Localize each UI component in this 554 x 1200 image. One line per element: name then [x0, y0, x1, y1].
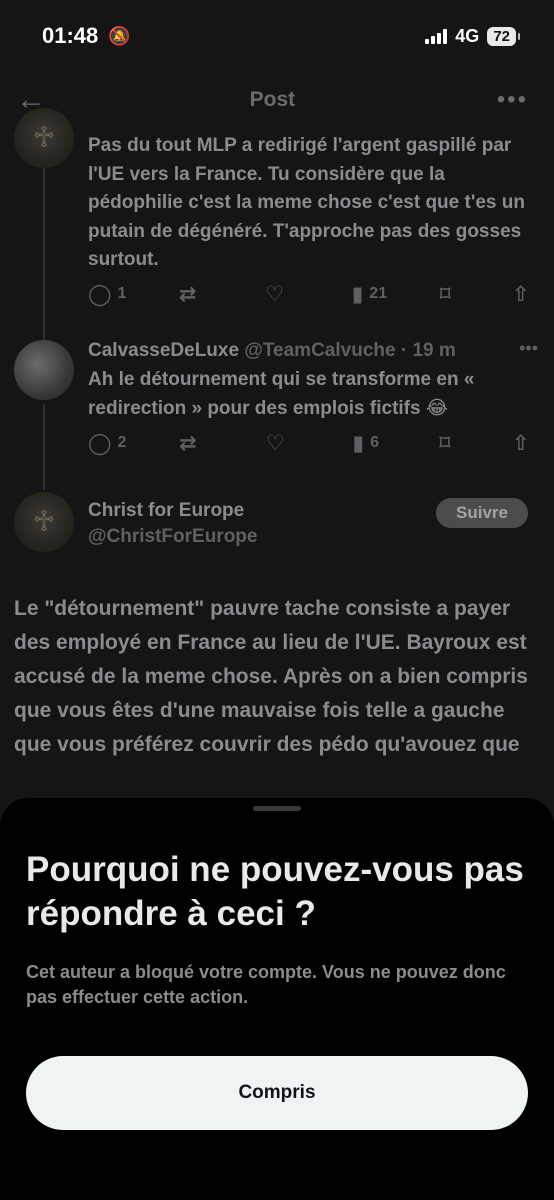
author-line: CalvasseDeLuxe @TeamCalvuche · 19 m [88, 340, 456, 362]
share-button[interactable]: ⇧ [512, 282, 532, 307]
status-time: 01:48 [42, 23, 99, 48]
battery-icon: 72 [487, 26, 520, 46]
bookmark-button[interactable]: ⌑ [439, 431, 459, 456]
author-name[interactable]: Christ for Europe [88, 500, 244, 522]
page-title: Post [249, 88, 296, 111]
views-icon: ▮ [351, 282, 364, 306]
view-count: 6 [370, 434, 379, 451]
sheet-message: Cet auteur a bloqué votre compte. Vous n… [26, 962, 506, 1007]
retweet-button[interactable]: ⇄ [179, 431, 213, 456]
blocked-bottom-sheet: Pourquoi ne pouvez-vous pas répondre à c… [0, 798, 554, 1200]
reply-button[interactable]: ◯ 1 [88, 282, 126, 307]
understood-button[interactable]: Compris [26, 1056, 528, 1130]
more-icon[interactable]: ••• [497, 86, 528, 114]
avatar[interactable]: ♱ [14, 492, 74, 552]
retweet-icon: ⇄ [179, 431, 197, 455]
share-icon: ⇧ [511, 282, 530, 306]
avatar[interactable] [14, 340, 74, 400]
author-handle: @TeamCalvuche · 19 m [244, 340, 456, 361]
view-count: 21 [369, 285, 388, 302]
tweet-text: Ah le détournement qui se transforme en … [88, 369, 475, 419]
share-button[interactable]: ⇧ [512, 431, 532, 456]
reply-count: 2 [117, 434, 127, 451]
bookmark-icon: ⌑ [439, 282, 451, 306]
views-button[interactable]: ▮ 6 [353, 431, 387, 456]
sheet-title: Pourquoi ne pouvez-vous pas répondre à c… [26, 850, 524, 933]
retweet-button[interactable]: ⇄ [179, 282, 213, 307]
cross-emblem-icon: ♱ [32, 121, 56, 155]
reply-icon: ◯ [88, 282, 112, 306]
follow-button[interactable]: Suivre [436, 498, 528, 528]
reply-button[interactable]: ◯ 2 [88, 431, 126, 456]
like-button[interactable]: ♡ [265, 282, 299, 307]
share-icon: ⇧ [511, 431, 530, 455]
tweet-actions: ◯ 2 ⇄ ♡ ▮ 6 ⌑ ⇧ [88, 429, 532, 457]
cellular-signal-icon [425, 28, 448, 44]
views-button[interactable]: ▮ 21 [352, 282, 387, 307]
heart-icon: ♡ [265, 431, 285, 455]
author-name[interactable]: CalvasseDeLuxe [88, 340, 239, 361]
post-text: Le "détournement" pauvre tache consiste … [14, 597, 528, 756]
top-bar: ← Post ••• [0, 76, 554, 124]
tweet-text: Pas du tout MLP a redirigé l'argent gasp… [88, 135, 525, 270]
cross-emblem-icon: ♱ [32, 505, 56, 539]
reply-icon: ◯ [88, 431, 112, 455]
heart-icon: ♡ [265, 282, 285, 306]
silent-bell-icon: 🔕 [108, 25, 131, 46]
author-handle: @ChristForEurope [88, 526, 258, 547]
like-button[interactable]: ♡ [266, 431, 300, 456]
retweet-icon: ⇄ [178, 282, 197, 306]
status-bar: 01:48 🔕 4G 72 [0, 0, 554, 72]
network-type: 4G [455, 25, 480, 46]
thread-line [43, 404, 45, 490]
bookmark-button[interactable]: ⌑ [440, 282, 460, 307]
thread-line [43, 164, 45, 344]
sheet-grabber[interactable] [253, 806, 301, 811]
reply-count: 1 [117, 285, 127, 302]
avatar[interactable]: ♱ [14, 108, 74, 168]
more-icon[interactable]: ••• [519, 338, 538, 359]
bookmark-icon: ⌑ [439, 431, 451, 455]
views-icon: ▮ [352, 431, 365, 455]
tweet-actions: ◯ 1 ⇄ ♡ ▮ 21 ⌑ ⇧ [88, 280, 532, 308]
